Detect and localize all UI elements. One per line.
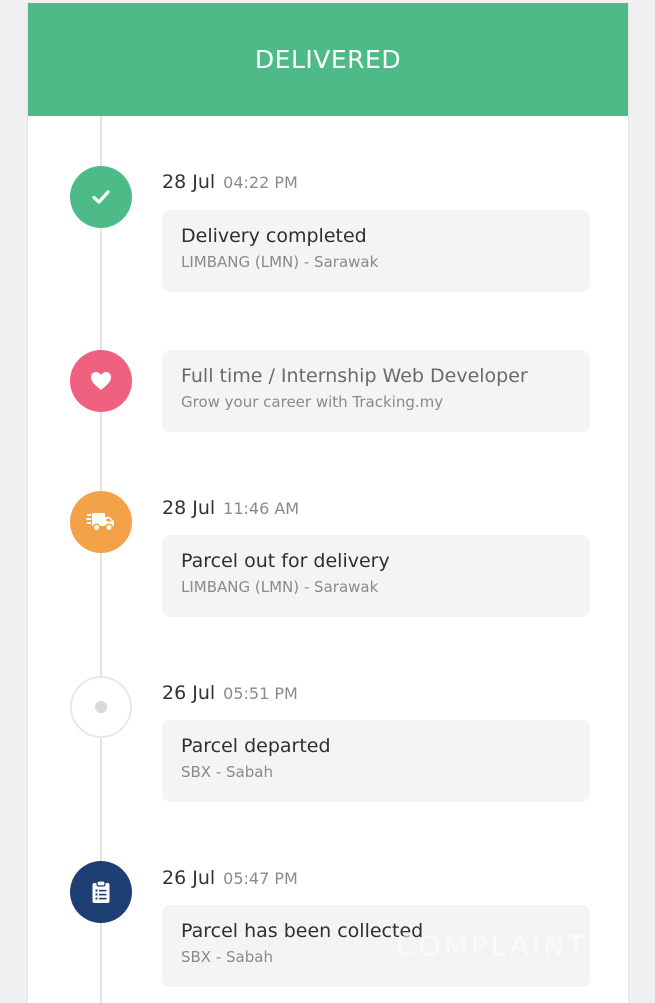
event-location: LIMBANG (LMN) - Sarawak <box>181 578 379 596</box>
event-location: SBX - Sabah <box>181 948 273 966</box>
event-location: SBX - Sabah <box>181 763 273 781</box>
clipboard-icon <box>70 861 132 923</box>
event-time: 05:51 PM <box>223 684 298 703</box>
event-time: 11:46 AM <box>223 499 300 518</box>
event-card: Delivery completed LIMBANG (LMN) - Saraw… <box>162 210 590 292</box>
tracking-card: DELIVERED 28 Jul 04:22 PM Delivery comple… <box>27 3 629 1003</box>
event-location: LIMBANG (LMN) - Sarawak <box>181 253 379 271</box>
event-timestamp: 28 Jul 04:22 PM <box>162 171 298 193</box>
event-card: Parcel departed SBX - Sabah <box>162 720 590 802</box>
event-timestamp: 28 Jul 11:46 AM <box>162 497 299 519</box>
delivery-truck-icon <box>70 491 132 553</box>
event-date: 26 Jul <box>162 682 216 704</box>
status-title: DELIVERED <box>254 45 402 74</box>
event-timestamp: 26 Jul 05:47 PM <box>162 867 298 889</box>
event-card: Parcel has been collected SBX - Sabah <box>162 905 590 987</box>
event-title: Parcel departed <box>181 735 331 757</box>
event-date: 26 Jul <box>162 867 216 889</box>
event-title: Parcel has been collected <box>181 920 424 942</box>
dot-icon <box>70 676 132 738</box>
event-card: Parcel out for delivery LIMBANG (LMN) - … <box>162 535 590 617</box>
event-title: Parcel out for delivery <box>181 550 390 572</box>
event-timestamp: 26 Jul 05:51 PM <box>162 682 298 704</box>
promo-card[interactable]: Full time / Internship Web Developer Gro… <box>162 350 590 432</box>
promo-subtitle: Grow your career with Tracking.my <box>181 393 444 411</box>
heart-icon <box>70 350 132 412</box>
status-header: DELIVERED <box>28 3 628 116</box>
event-time: 05:47 PM <box>223 869 298 888</box>
event-date: 28 Jul <box>162 497 216 519</box>
event-title: Delivery completed <box>181 225 367 247</box>
event-time: 04:22 PM <box>223 173 298 192</box>
check-icon <box>70 166 132 228</box>
event-date: 28 Jul <box>162 171 216 193</box>
promo-title: Full time / Internship Web Developer <box>181 365 528 387</box>
